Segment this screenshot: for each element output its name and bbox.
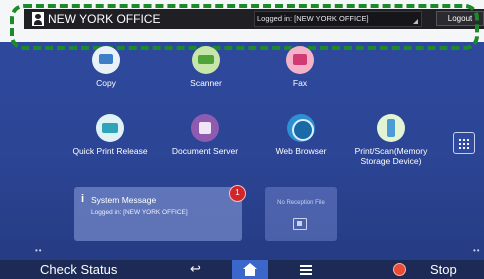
fax-file-icon [293, 218, 307, 230]
info-icon: i [81, 193, 85, 205]
fax-icon [286, 46, 314, 74]
app-list-button[interactable] [453, 132, 475, 154]
stop-button[interactable]: Stop [430, 262, 457, 278]
copy-icon [92, 46, 120, 74]
app-document-server[interactable]: Document Server [160, 114, 250, 156]
user-icon [32, 12, 44, 26]
check-status-button[interactable]: Check Status [40, 262, 117, 278]
system-message-body: Logged in: [NEW YORK OFFICE] [91, 209, 188, 216]
fax-reception-label: No Reception File [277, 200, 325, 206]
app-label: Print/Scan(Memory Storage Device) [354, 146, 428, 166]
system-message-widget[interactable]: i System Message Logged in: [NEW YORK OF… [74, 187, 242, 241]
app-copy[interactable]: Copy [61, 46, 151, 88]
login-status-field[interactable]: Logged in: [NEW YORK OFFICE] [254, 11, 422, 27]
app-label: Scanner [190, 78, 222, 88]
login-status-text: Logged in: [NEW YORK OFFICE] [257, 14, 369, 23]
home-icon [243, 263, 257, 276]
office-name: NEW YORK OFFICE [48, 12, 161, 26]
page-indicator-right: •• [473, 246, 481, 255]
menu-icon[interactable] [300, 265, 312, 275]
document-server-icon [191, 114, 219, 142]
system-message-title: System Message [91, 195, 157, 205]
app-label: Fax [292, 78, 308, 88]
page-indicator-left: •• [35, 246, 43, 255]
grid-icon [458, 138, 471, 149]
header-bar: NEW YORK OFFICE Logged in: [NEW YORK OFF… [24, 9, 484, 29]
back-icon[interactable]: ↩ [190, 261, 201, 277]
app-scanner[interactable]: Scanner [161, 46, 251, 88]
scanner-icon [192, 46, 220, 74]
home-button[interactable] [232, 260, 268, 279]
app-label: Web Browser [275, 146, 327, 156]
app-fax[interactable]: Fax [255, 46, 345, 88]
app-quick-print-release[interactable]: Quick Print Release [65, 114, 155, 156]
resize-corner-icon [413, 19, 418, 24]
stop-icon[interactable] [393, 263, 406, 276]
web-browser-icon [287, 114, 315, 142]
message-count-badge: 1 [229, 185, 246, 202]
logout-button[interactable]: Logout [436, 11, 484, 26]
app-print-scan-memory[interactable]: Print/Scan(Memory Storage Device) [346, 114, 436, 166]
app-label: Document Server [171, 146, 239, 156]
quick-print-release-icon [96, 114, 124, 142]
app-web-browser[interactable]: Web Browser [256, 114, 346, 156]
app-label: Quick Print Release [72, 146, 148, 156]
fax-reception-widget[interactable]: No Reception File [265, 187, 337, 241]
bottom-bar: Check Status ↩ Stop [0, 260, 484, 279]
usb-storage-icon [377, 114, 405, 142]
app-label: Copy [96, 78, 116, 88]
